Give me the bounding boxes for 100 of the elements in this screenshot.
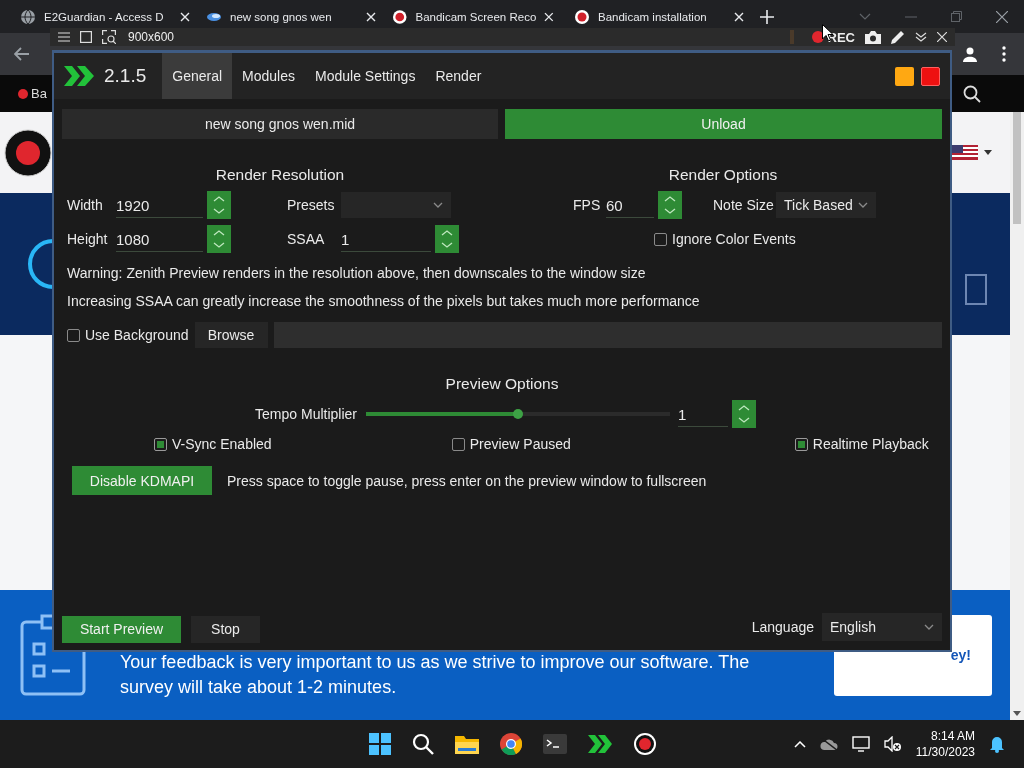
checkbox-label[interactable]: Preview Paused (469, 436, 571, 452)
checkbox[interactable] (451, 437, 465, 451)
ring-icon (25, 239, 55, 289)
clock-time[interactable]: 8:14 AM (930, 728, 975, 744)
spinner-buttons[interactable] (658, 191, 682, 219)
browser-tab[interactable]: Bandicam installation (574, 8, 744, 25)
tab-title: new song gnos wen (230, 10, 333, 23)
disable-kdmapi-button[interactable]: Disable KDMAPI (72, 466, 212, 495)
caret-icon[interactable] (984, 150, 992, 155)
fps-field[interactable]: 60 (606, 192, 654, 218)
field-label: Tempo Multiplier (254, 406, 357, 422)
bell-icon[interactable] (989, 735, 1005, 753)
double-chevron-logo-icon (64, 66, 94, 86)
browser-tab[interactable]: Bandicam Screen Reco (392, 8, 554, 25)
clock-date[interactable]: 11/30/2023 (915, 744, 975, 760)
chevron-icon (433, 202, 443, 208)
monitor-icon[interactable] (851, 736, 870, 752)
record-icon (392, 8, 408, 25)
menu-icon[interactable] (1002, 46, 1006, 62)
browser-icon[interactable] (500, 733, 522, 755)
checkbox-label[interactable]: V-Sync Enabled (172, 436, 272, 452)
record-icon (574, 8, 590, 25)
section-title: Preview Options (444, 374, 560, 394)
height-field[interactable]: 1080 (116, 226, 203, 252)
double-chevron-icon[interactable] (588, 735, 612, 753)
new-tab-icon[interactable] (760, 9, 774, 24)
record-dot-icon[interactable] (811, 31, 824, 43)
back-arrow-icon[interactable] (14, 47, 30, 61)
spinner-buttons[interactable] (732, 400, 756, 428)
camera-icon[interactable] (865, 30, 881, 44)
ssaa-field[interactable]: 1 (341, 226, 431, 252)
checkbox[interactable] (794, 437, 808, 451)
spinner-buttons[interactable] (207, 225, 231, 253)
square-icon[interactable] (80, 31, 92, 43)
scroll-down-icon[interactable] (1013, 711, 1021, 716)
capture-size: 900x600 (128, 30, 175, 44)
scrollbar[interactable] (1010, 112, 1024, 720)
windows-start-icon[interactable] (369, 733, 391, 755)
language-dropdown[interactable]: English (822, 613, 942, 641)
checkbox-label[interactable]: Use Background (85, 327, 189, 343)
double-chevron-down-icon[interactable] (915, 32, 927, 42)
browser-tab[interactable]: E2Guardian - Access D (20, 8, 190, 25)
browser-tab[interactable]: new song gnos wen (206, 8, 376, 25)
note-size-dropdown[interactable]: Tick Based (776, 192, 876, 218)
info-text: Increasing SSAA can greatly increase the smoothness of the pixels but takes much more performance (67, 292, 701, 310)
tab[interactable]: General (162, 53, 233, 99)
tempo-slider[interactable] (366, 412, 670, 416)
field-label: Width (66, 197, 104, 213)
section-title: Render Resolution (214, 165, 346, 185)
scrollbar-thumb[interactable] (1013, 112, 1021, 224)
site-label[interactable]: Ba (31, 86, 47, 101)
close-icon[interactable] (996, 10, 1008, 23)
checkbox[interactable] (67, 328, 80, 342)
browse-button[interactable]: Browse (194, 322, 268, 348)
search-icon[interactable] (963, 84, 981, 103)
field-label: FPS (572, 197, 602, 213)
section-title: Render Options (667, 165, 779, 185)
checkbox-label[interactable]: Ignore Color Events (672, 231, 796, 247)
tab-title: Bandicam installation (598, 10, 708, 23)
feedback-text: Your feedback is very important to us as we strive to improve our software. The survey will take about 1-2 minutes. (120, 651, 751, 699)
chevron-icon[interactable] (859, 13, 871, 20)
terminal-icon[interactable] (543, 734, 567, 754)
chevron-up-icon[interactable] (793, 740, 806, 748)
globe-icon (20, 8, 36, 25)
field-label: SSAA (286, 231, 326, 247)
record-dot-icon (18, 88, 28, 99)
record-icon[interactable] (633, 732, 657, 756)
file-name-field[interactable]: new song gnos wen.mid (62, 109, 498, 139)
field-label: Note Size (712, 197, 775, 213)
outline-box (965, 273, 987, 305)
chevron-icon (924, 624, 934, 630)
pencil-icon[interactable] (891, 30, 905, 44)
info-text: Warning: Zenith Preview renders in the resolution above, then downscales to the window size (67, 264, 647, 282)
version-label: 2.1.5 (104, 65, 147, 87)
spinner-buttons[interactable] (435, 225, 459, 253)
start-preview-button[interactable]: Start Preview (62, 615, 181, 643)
search-icon[interactable] (412, 733, 434, 755)
unload-button[interactable]: Unload (505, 109, 942, 139)
close-button[interactable] (921, 66, 940, 86)
width-field[interactable]: 1920 (116, 192, 203, 218)
flag-icon[interactable] (952, 145, 978, 160)
checkbox[interactable] (154, 437, 167, 451)
region-search-icon[interactable] (102, 30, 116, 44)
maximize-icon[interactable] (951, 11, 962, 22)
profile-icon[interactable] (962, 46, 978, 62)
checkbox[interactable] (654, 232, 667, 246)
cloud-icon[interactable] (819, 738, 838, 750)
tab[interactable]: Render (425, 53, 492, 99)
folder-icon[interactable] (455, 734, 479, 754)
minimize-button[interactable] (895, 66, 914, 86)
muted-speaker-icon[interactable] (883, 736, 902, 752)
tab-title: Bandicam Screen Reco (415, 10, 537, 23)
field-label: Height (66, 231, 109, 247)
tempo-field[interactable]: 1 (678, 401, 728, 427)
checkbox-label[interactable]: Realtime Playback (812, 436, 929, 452)
stop-button[interactable]: Stop (191, 615, 260, 643)
tab[interactable]: Module Settings (305, 53, 426, 99)
spinner-buttons[interactable] (207, 191, 231, 219)
tab-title: E2Guardian - Access D (44, 10, 165, 23)
tab[interactable]: Modules (232, 53, 305, 99)
